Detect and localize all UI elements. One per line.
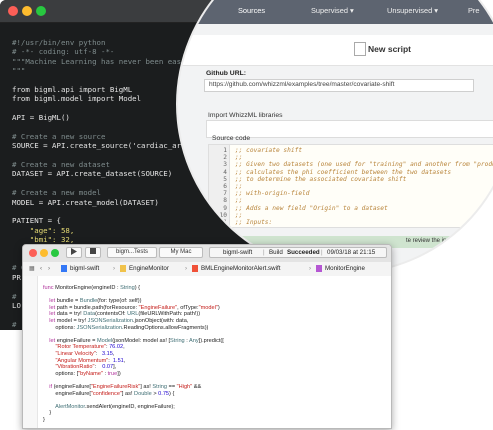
swift-code-line: "Rotor Temperature": 76.02, xyxy=(55,344,125,351)
swift-code-line: func MonitorEngine(engineID : String) { xyxy=(43,285,141,291)
swift-code-line: } xyxy=(43,410,52,417)
status-banner-text: te review the inputs and xyxy=(406,238,470,244)
code-line: ;; Adds a new field "Origin" to a datase… xyxy=(235,204,388,212)
xcode-minimize-button[interactable] xyxy=(40,249,48,257)
source-code-label: Source code xyxy=(212,135,251,142)
nav-predictions[interactable]: Pre xyxy=(468,6,480,15)
destination-selector[interactable]: My Mac xyxy=(159,247,203,258)
breadcrumb-chevron-icon: › xyxy=(185,265,188,272)
swift-code-line: "VibrationRatio": 0.07], xyxy=(55,364,117,371)
breadcrumb-file[interactable]: BMLEngineMonitorAlert.swift xyxy=(201,265,280,272)
line-number: 8 xyxy=(223,197,227,205)
swift-code-line: } xyxy=(43,417,45,423)
swift-code-line: AlertMonitor.sendAlert(engineID, engineF… xyxy=(55,403,175,410)
status-project: bigml-swift xyxy=(223,249,253,256)
line-number: 2 xyxy=(223,154,227,162)
code-line: ;; xyxy=(235,211,243,219)
line-number: 7 xyxy=(223,190,227,198)
swift-code-line: engineFailure["confidence"] as! Double >… xyxy=(43,390,175,397)
swift-code-line: if (engineFailure["EngineFailureRisk"] a… xyxy=(49,384,202,390)
status-result: Succeeded xyxy=(287,249,320,256)
script-icon xyxy=(354,42,366,56)
swift-code-line: let bundle = Bundle(for: type(of: self)) xyxy=(49,298,142,305)
forward-arrow-icon[interactable]: › xyxy=(48,265,50,272)
scheme-label: bigm...Tests xyxy=(115,249,148,255)
breadcrumb-symbol[interactable]: MonitorEngine xyxy=(325,265,365,272)
line-number: 1 xyxy=(223,147,227,154)
breadcrumb-group[interactable]: EngineMonitor xyxy=(129,265,169,272)
line-number: 11 xyxy=(219,219,227,226)
minimize-button[interactable] xyxy=(22,6,32,16)
back-arrow-icon[interactable]: ‹ xyxy=(40,265,42,272)
swift-code-line: "Linear Velocity": 3.15, xyxy=(55,351,115,357)
method-icon xyxy=(316,265,322,272)
import-libraries-label: Import WhizzML libraries xyxy=(208,112,283,119)
line-number: 6 xyxy=(223,183,227,190)
github-url-label: Github URL: xyxy=(206,70,247,77)
folder-icon xyxy=(120,265,126,272)
page-title: New script xyxy=(368,44,411,54)
code-line: ;; xyxy=(235,183,243,190)
close-button[interactable] xyxy=(8,6,18,16)
code-line: ;; Inputs: xyxy=(235,219,273,226)
run-button[interactable] xyxy=(66,247,82,258)
line-number: 9 xyxy=(223,204,227,212)
swift-code-line: let model = try! JSONSerialization.jsonO… xyxy=(49,318,189,324)
scheme-selector[interactable]: bigm...Tests xyxy=(107,247,157,258)
swift-file-icon xyxy=(192,265,198,272)
nav-supervised[interactable]: Supervised ▾ xyxy=(311,6,354,15)
xcode-window: bigm...Tests My Mac bigml-swift | Build … xyxy=(22,244,392,429)
github-url-input[interactable]: https://github.com/whizzml/examples/tree… xyxy=(204,79,474,92)
breadcrumb-chevron-icon: › xyxy=(309,265,312,272)
grid-icon[interactable]: ▦ xyxy=(29,265,35,272)
line-number: 10 xyxy=(219,211,227,219)
code-line: ;; Given two datasets (one used for "tra… xyxy=(235,161,493,169)
code-line: ;; to determine the associated covariate… xyxy=(235,175,407,183)
xcode-toolbar: bigm...Tests My Mac bigml-swift | Build … xyxy=(23,245,391,263)
project-icon xyxy=(61,265,67,272)
code-line: ;; calculates the phi coefficient betwee… xyxy=(235,168,452,176)
nav-unsupervised[interactable]: Unsupervised ▾ xyxy=(387,6,438,15)
status-separator-1: | xyxy=(263,249,265,256)
destination-label: My Mac xyxy=(170,249,192,255)
code-line: ;; with-origin-field xyxy=(235,190,310,198)
code-line: ;; covariate shift xyxy=(235,147,303,154)
swift-code-line: let engineFailure = Model(jsonModel: mod… xyxy=(49,337,224,344)
zoom-button[interactable] xyxy=(36,6,46,16)
page-header xyxy=(178,35,493,66)
status-build: Build xyxy=(269,249,283,256)
stop-button[interactable] xyxy=(85,247,101,258)
swift-code-line: let path = bundle.path(forResource: "Eng… xyxy=(49,304,220,311)
line-number: 4 xyxy=(223,168,227,176)
status-separator-2: | xyxy=(321,249,323,256)
breadcrumb-chevron-icon: › xyxy=(113,265,116,272)
swift-code-line: "Angular Momentum": 1.51, xyxy=(55,357,126,364)
breadcrumb-project[interactable]: bigml-swift xyxy=(70,265,99,272)
source-code-editor[interactable]: 1 2 3 4 5 6 7 8 9 10 11 ;; covariate shift;; ;; Giv… xyxy=(208,144,493,228)
code-line: ;; xyxy=(235,197,243,205)
nav-sources[interactable]: Sources xyxy=(238,6,265,15)
swift-code-line: options: JSONSerialization.ReadingOption… xyxy=(43,324,209,331)
status-time: 09/03/18 at 21:15 xyxy=(327,249,376,256)
line-number: 5 xyxy=(223,175,227,183)
play-icon xyxy=(71,248,77,255)
editor-gutter xyxy=(23,276,38,428)
swift-code-line: let data = try! Data(contentsOf: URL(fil… xyxy=(49,311,201,318)
line-number: 3 xyxy=(223,161,227,169)
swift-code-line: options: ["byName" : true]) xyxy=(43,370,121,377)
xcode-close-button[interactable] xyxy=(29,249,37,257)
stop-icon xyxy=(90,248,96,254)
line-gutter: 1 2 3 4 5 6 7 8 9 10 11 xyxy=(209,145,230,227)
xcode-zoom-button[interactable] xyxy=(51,249,59,257)
